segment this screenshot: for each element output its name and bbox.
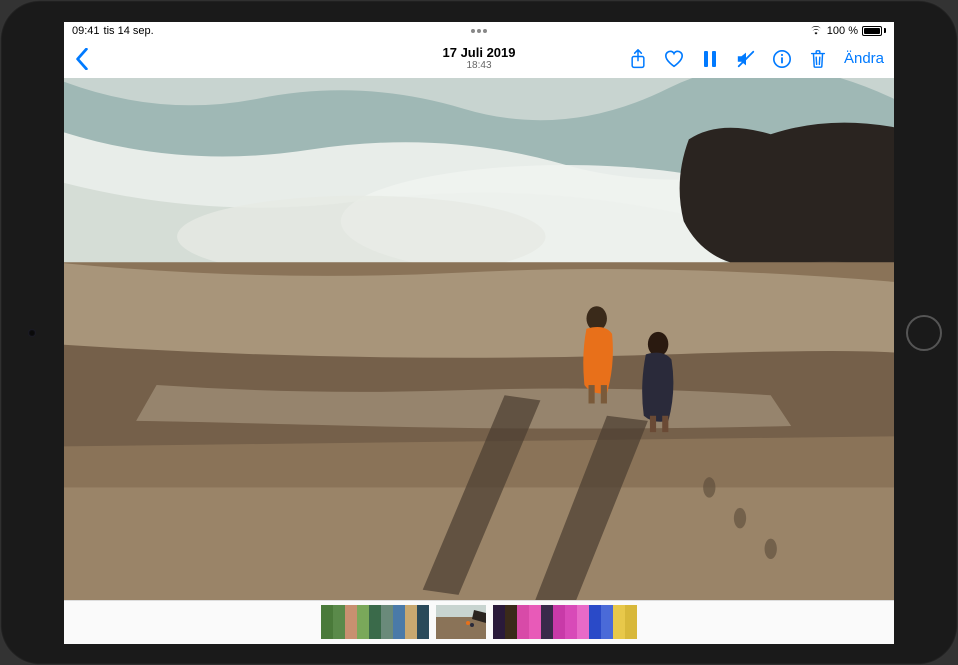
home-button[interactable] — [906, 315, 942, 351]
thumbnail[interactable] — [517, 605, 529, 639]
thumbnail[interactable] — [321, 605, 333, 639]
thumbnail[interactable] — [369, 605, 381, 639]
thumbnail[interactable] — [613, 605, 625, 639]
thumbnail[interactable] — [577, 605, 589, 639]
status-bar: 09:41 tis 14 sep. 100 % — [64, 22, 894, 40]
delete-button[interactable] — [808, 49, 828, 69]
thumbnail[interactable] — [393, 605, 405, 639]
thumbnail[interactable] — [505, 605, 517, 639]
info-button[interactable] — [772, 49, 792, 69]
thumbnail-strip[interactable] — [64, 600, 894, 644]
mute-button[interactable] — [736, 49, 756, 69]
current-thumbnail[interactable] — [436, 605, 486, 639]
status-left: 09:41 tis 14 sep. — [72, 25, 154, 37]
thumbnail[interactable] — [625, 605, 637, 639]
status-date: tis 14 sep. — [104, 25, 154, 37]
thumbnail[interactable] — [333, 605, 345, 639]
thumb-group-left[interactable] — [321, 605, 429, 639]
thumbnail[interactable] — [417, 605, 429, 639]
multitasking-dots[interactable] — [471, 29, 487, 33]
toolbar: 17 Juli 2019 18:43 — [64, 40, 894, 78]
wifi-icon — [809, 24, 823, 38]
thumbnail[interactable] — [493, 605, 505, 639]
share-button[interactable] — [628, 49, 648, 69]
photo-date-header[interactable]: 17 Juli 2019 18:43 — [443, 46, 516, 71]
thumbnail[interactable] — [357, 605, 369, 639]
thumbnail[interactable] — [565, 605, 577, 639]
pause-button[interactable] — [700, 49, 720, 69]
battery-percent: 100 % — [827, 25, 858, 37]
beach-photo — [64, 78, 894, 600]
battery-icon — [862, 26, 886, 36]
photo-time: 18:43 — [443, 60, 516, 71]
thumbnail[interactable] — [405, 605, 417, 639]
thumbnail[interactable] — [529, 605, 541, 639]
thumbnail[interactable] — [589, 605, 601, 639]
edit-button[interactable]: Ändra — [844, 50, 884, 67]
screen: 09:41 tis 14 sep. 100 % — [64, 22, 894, 644]
favorite-button[interactable] — [664, 49, 684, 69]
status-time: 09:41 — [72, 25, 100, 37]
back-button[interactable] — [74, 48, 90, 70]
status-right: 100 % — [809, 24, 886, 38]
photo-viewer[interactable] — [64, 78, 894, 600]
front-camera — [28, 329, 36, 337]
thumbnail[interactable] — [553, 605, 565, 639]
thumbnail[interactable] — [381, 605, 393, 639]
thumbnail[interactable] — [345, 605, 357, 639]
thumbnail[interactable] — [601, 605, 613, 639]
photo-date: 17 Juli 2019 — [443, 46, 516, 60]
ipad-device-frame: 09:41 tis 14 sep. 100 % — [0, 0, 958, 665]
thumbnail[interactable] — [541, 605, 553, 639]
thumb-group-right[interactable] — [493, 605, 637, 639]
